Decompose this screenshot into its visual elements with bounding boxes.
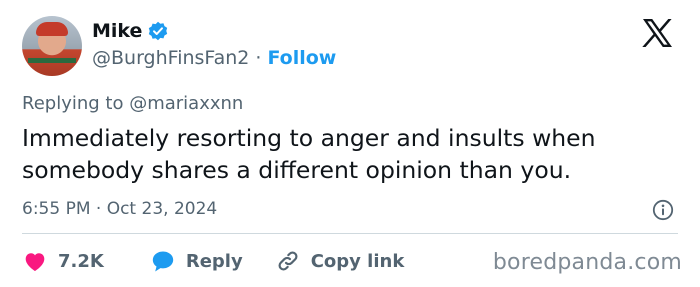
follow-button[interactable]: Follow xyxy=(267,47,336,69)
avatar-shirt xyxy=(28,58,76,63)
tweet-timestamp[interactable]: 6:55 PM · Oct 23, 2024 xyxy=(22,199,217,219)
info-icon[interactable] xyxy=(652,199,674,221)
like-button[interactable]: 7.2K xyxy=(22,248,104,274)
separator-dot: · xyxy=(255,47,262,69)
author-handle[interactable]: @BurghFinsFan2 xyxy=(92,47,249,69)
x-logo-icon[interactable] xyxy=(640,16,674,50)
tweet-text-line-1: Immediately resorting to anger and insul… xyxy=(22,124,596,152)
author-name-row: Mike xyxy=(92,20,168,42)
tweet-text: Immediately resorting to anger and insul… xyxy=(22,122,682,186)
replying-to-label: Replying to xyxy=(22,93,124,114)
speech-bubble-icon xyxy=(152,251,174,272)
reply-button[interactable]: Reply xyxy=(150,248,243,274)
copy-link-button[interactable]: Copy link xyxy=(275,248,405,274)
avatar[interactable] xyxy=(22,16,82,76)
author-name[interactable]: Mike xyxy=(92,20,142,42)
watermark: boredpanda.com xyxy=(492,250,682,275)
divider xyxy=(22,233,678,234)
action-bar: 7.2K Reply Copy link xyxy=(22,247,404,275)
copy-link-label: Copy link xyxy=(310,250,405,272)
reply-label: Reply xyxy=(185,250,243,272)
replying-to: Replying to @mariaxxnn xyxy=(22,93,243,114)
heart-icon xyxy=(25,253,45,271)
like-count: 7.2K xyxy=(58,250,104,272)
link-icon xyxy=(278,251,298,271)
tweet-text-line-2: somebody shares a different opinion than… xyxy=(22,156,572,184)
verified-badge-icon xyxy=(148,21,168,41)
reply-to-handle[interactable]: @mariaxxnn xyxy=(129,93,243,114)
avatar-cap xyxy=(36,22,68,36)
author-handle-row: @BurghFinsFan2 · Follow xyxy=(92,47,336,69)
